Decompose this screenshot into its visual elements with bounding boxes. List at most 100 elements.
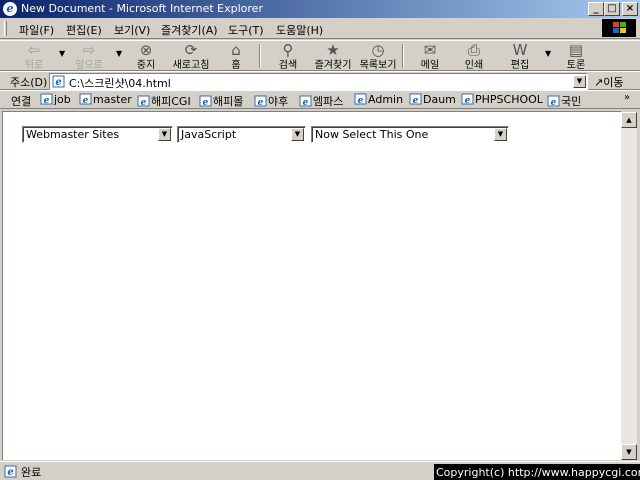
svg-text:e: e [203,98,209,107]
stop-button[interactable]: ⊗ 중지 [121,41,171,71]
back-button[interactable]: ⇦ 뒤로 [9,41,59,71]
svg-text:e: e [413,96,419,105]
select-category[interactable]: Webmaster Sites ▼ [22,126,173,143]
scroll-down-button[interactable]: ▼ [621,444,637,460]
toolbar-separator [402,44,404,68]
menu-edit[interactable]: 편집(E) [66,22,102,38]
refresh-label: 새로고침 [172,60,210,71]
address-input[interactable]: e C:\스크린샷\04.html ▼ [49,73,588,90]
links-bar: 연결 e job e master e 해피CGI e 해피몰 e 야후 e 엠파스 e Ad… [0,90,640,109]
minimize-button[interactable]: _ [588,2,604,16]
print-label: 인쇄 [464,60,484,71]
select-site[interactable]: Now Select This One ▼ [311,126,509,143]
select-subcategory-value: JavaScript [181,128,237,141]
svg-text:e: e [7,467,13,478]
link-daum[interactable]: e Daum [409,93,456,106]
title-bar: e New Document - Microsoft Internet Expl… [0,0,640,18]
select-site-value: Now Select This One [315,128,429,141]
link-job[interactable]: e job [40,93,71,106]
address-bar: 주소(D) e C:\스크린샷\04.html ▼ ↗이동 [0,71,640,90]
go-button[interactable]: ↗이동 [594,74,623,90]
address-value: C:\스크린샷\04.html [69,77,171,90]
links-more-chevron-icon[interactable]: » [624,92,630,103]
link-admin[interactable]: e Admin [354,93,403,106]
refresh-button[interactable]: ⟳ 새로고침 [166,41,216,71]
menu-file[interactable]: 파일(F) [19,22,54,38]
favorites-label: 즐겨찾기 [314,60,352,71]
scroll-up-button[interactable]: ▲ [621,112,637,128]
ie-page-icon: e [137,95,150,107]
forward-button[interactable]: ⇨ 앞으로 [64,41,114,71]
menu-help[interactable]: 도움말(H) [276,22,323,38]
go-label: 이동 [603,76,624,89]
ie-page-icon: e [79,93,92,105]
home-label: 홈 [231,60,241,71]
copyright-watermark: Copyright(c) http://www.happycgi.com [434,464,640,480]
search-button[interactable]: ⚲ 검색 [263,41,313,71]
go-arrow-icon: ↗ [594,76,604,89]
chevron-down-icon[interactable]: ▼ [291,128,304,141]
home-button[interactable]: ⌂ 홈 [211,41,261,71]
ie-page-icon: e [409,93,422,105]
print-button[interactable]: ⎙ 인쇄 [449,41,499,71]
link-master[interactable]: e master [79,93,132,106]
ie-page-icon: e [254,95,267,107]
standard-toolbar: ⇦ 뒤로 ▼ ⇨ 앞으로 ▼ ⊗ 중지 ⟳ 새로고침 ⌂ 홈 ⚲ 검색 ★ 즐겨… [0,40,640,71]
back-label: 뒤로 [24,60,44,71]
ie-page-icon: e [299,95,312,107]
mail-button[interactable]: ✉ 메일 [405,41,455,71]
svg-text:e: e [55,77,61,88]
svg-text:e: e [141,98,147,107]
ie-page-icon: e [547,95,560,107]
stop-label: 중지 [136,60,156,71]
search-label: 검색 [278,60,298,71]
address-dropdown-icon[interactable]: ▼ [573,75,586,88]
chevron-down-icon[interactable]: ▼ [494,128,507,141]
ie-page-icon: e [40,93,53,105]
address-label: 주소(D) [10,76,48,89]
page-content: Webmaster Sites ▼ JavaScript ▼ Now Selec… [2,111,621,460]
svg-text:e: e [83,96,89,105]
maximize-button[interactable]: □ [604,2,620,16]
status-text: 완료 [21,466,42,479]
forward-label: 앞으로 [75,60,103,71]
links-label: 연결 [11,95,32,108]
menu-bar: 파일(F) 편집(E) 보기(V) 즐겨찾기(A) 도구(T) 도움말(H) [0,18,640,39]
discuss-button[interactable]: ▤ 토론 [551,41,601,71]
edit-label: 편집 [510,60,530,71]
ie-page-icon: e [199,95,212,107]
svg-text:e: e [551,98,557,107]
link-empas[interactable]: e 엠파스 [299,93,343,109]
chevron-down-icon[interactable]: ▼ [158,128,171,141]
menu-favorites[interactable]: 즐겨찾기(A) [161,22,218,38]
link-yahoo[interactable]: e 야후 [254,93,288,109]
ie-logo-icon: e [3,2,17,16]
link-kookmin[interactable]: e 국민 [547,93,581,109]
link-phpschool[interactable]: e PHPSCHOOL [461,93,543,106]
svg-text:e: e [303,98,309,107]
history-label: 목록보기 [359,60,397,71]
mail-label: 메일 [420,60,440,71]
select-category-value: Webmaster Sites [26,128,120,141]
link-happymall[interactable]: e 해피몰 [199,93,243,109]
menu-tools[interactable]: 도구(T) [228,22,264,38]
svg-text:e: e [258,98,264,107]
menu-grip [4,21,7,36]
select-subcategory[interactable]: JavaScript ▼ [177,126,306,143]
svg-text:e: e [465,96,471,105]
page-status-icon: e [4,465,17,478]
svg-text:e: e [358,96,364,105]
ie-page-icon: e [354,93,367,105]
history-button[interactable]: ◷ 목록보기 [353,41,403,71]
close-button[interactable]: × [622,2,638,16]
discuss-label: 토론 [566,60,586,71]
toolbar-separator [259,44,261,68]
link-happycgi[interactable]: e 해피CGI [137,93,191,109]
page-icon: e [52,75,65,88]
svg-text:e: e [44,96,50,105]
status-bar: e 완료 Copyright(c) http://www.happycgi.co… [0,461,640,480]
vertical-scrollbar[interactable]: ▲ ▼ [621,112,637,460]
menu-view[interactable]: 보기(V) [114,22,150,38]
favorites-button[interactable]: ★ 즐겨찾기 [308,41,358,71]
edit-button[interactable]: W 편집 [495,41,545,71]
